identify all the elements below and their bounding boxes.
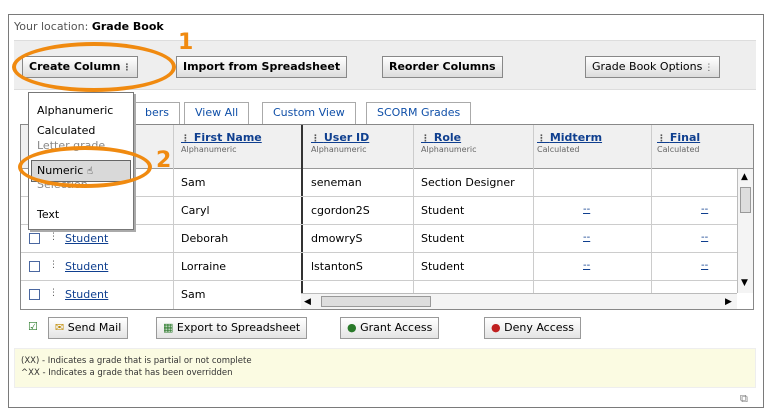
- select-all-icon[interactable]: ☑: [28, 320, 38, 333]
- options-label: Grade Book Options: [592, 60, 703, 73]
- cell-role: Student: [421, 260, 465, 273]
- tab-members[interactable]: bers: [134, 102, 181, 124]
- tab-custom-view[interactable]: Custom View: [262, 102, 356, 124]
- legend-line-overridden: ^XX - Indicates a grade that has been ov…: [21, 368, 233, 378]
- copy-icon[interactable]: ⧉: [740, 392, 748, 406]
- cell-first-name: Deborah: [181, 232, 229, 245]
- cell-last-name[interactable]: Student: [65, 232, 108, 245]
- sort-icon: ⋮: [49, 288, 58, 298]
- cell-final[interactable]: --: [701, 204, 708, 215]
- grant-icon: ●: [347, 321, 357, 334]
- breadcrumb-prefix: Your location:: [14, 20, 89, 33]
- import-label: Import from Spreadsheet: [183, 60, 341, 73]
- header-type: Calculated: [537, 145, 580, 154]
- menu-item-alphanumeric[interactable]: Alphanumeric: [29, 101, 133, 121]
- header-label: First Name: [193, 131, 262, 144]
- grant-access-button[interactable]: ● Grant Access: [340, 317, 440, 339]
- scroll-thumb[interactable]: [321, 296, 431, 307]
- cell-first-name: Sam: [181, 288, 206, 301]
- header-role[interactable]: ⋮ Role Alphanumeric: [421, 131, 477, 154]
- header-midterm[interactable]: ⋮ Midterm Calculated: [537, 131, 602, 154]
- scroll-down-icon[interactable]: ▼: [741, 277, 748, 289]
- deny-label: Deny Access: [504, 321, 574, 334]
- cell-final[interactable]: --: [701, 260, 708, 271]
- grant-label: Grant Access: [360, 321, 433, 334]
- export-icon: ▦: [163, 321, 174, 334]
- header-type: Alphanumeric: [421, 145, 477, 154]
- cell-midterm[interactable]: --: [583, 204, 590, 215]
- row-checkbox[interactable]: [29, 289, 40, 300]
- cell-user-id: cgordon2S: [311, 204, 370, 217]
- scroll-thumb[interactable]: [740, 187, 751, 213]
- legend-line-partial: (XX) - Indicates a grade that is partial…: [21, 356, 252, 366]
- send-mail-label: Send Mail: [67, 321, 122, 334]
- cell-final[interactable]: --: [701, 232, 708, 243]
- header-type: Calculated: [657, 145, 700, 154]
- row-checkbox[interactable]: [29, 233, 40, 244]
- cell-first-name: Sam: [181, 176, 206, 189]
- menu-item-text[interactable]: Text: [29, 205, 133, 225]
- cell-role: Student: [421, 204, 465, 217]
- tab-scorm-grades[interactable]: SCORM Grades: [366, 102, 472, 124]
- header-user-id[interactable]: ⋮ User ID Alphanumeric: [311, 131, 369, 154]
- cell-user-id: seneman: [311, 176, 362, 189]
- callout-number-2: 2: [156, 148, 172, 173]
- callout-number-1: 1: [178, 30, 194, 55]
- scroll-right-icon[interactable]: ▶: [725, 296, 732, 308]
- cell-last-name[interactable]: Student: [65, 288, 108, 301]
- send-mail-button[interactable]: ✉ Send Mail: [48, 317, 129, 339]
- header-label: Midterm: [549, 131, 603, 144]
- reorder-columns-button[interactable]: Reorder Columns: [382, 56, 503, 78]
- sort-icon: ⋮: [421, 134, 430, 144]
- export-spreadsheet-button[interactable]: ▦ Export to Spreadsheet: [156, 317, 308, 339]
- header-final[interactable]: ⋮ Final Calculated: [657, 131, 700, 154]
- breadcrumb: Your location: Grade Book: [14, 20, 164, 33]
- mail-icon: ✉: [55, 321, 65, 334]
- grade-legend: (XX) - Indicates a grade that is partial…: [14, 348, 756, 388]
- cell-first-name: Lorraine: [181, 260, 227, 273]
- reorder-label: Reorder Columns: [389, 60, 496, 73]
- header-label: User ID: [323, 131, 370, 144]
- scroll-up-icon[interactable]: ▲: [741, 171, 748, 183]
- cell-role: Section Designer: [421, 176, 515, 189]
- callout-ring-create-column: [12, 42, 176, 92]
- breadcrumb-current: Grade Book: [91, 20, 164, 33]
- sort-icon: ⋮: [657, 134, 666, 144]
- sort-icon: ⋮: [537, 134, 546, 144]
- sort-icon: ⋮: [311, 134, 320, 144]
- deny-icon: ●: [491, 321, 501, 334]
- action-bar: ☑ ✉ Send Mail ▦ Export to Spreadsheet ● …: [20, 314, 754, 342]
- header-label: Final: [669, 131, 701, 144]
- header-first-name[interactable]: ⋮ First Name Alphanumeric: [181, 131, 262, 154]
- deny-access-button[interactable]: ● Deny Access: [484, 317, 581, 339]
- cell-first-name: Caryl: [181, 204, 210, 217]
- cell-role: Student: [421, 232, 465, 245]
- cell-user-id: lstantonS: [311, 260, 363, 273]
- header-label: Role: [433, 131, 462, 144]
- gradebook-options-button[interactable]: Grade Book Options ⋮: [585, 56, 721, 78]
- tab-view-all[interactable]: View All: [184, 102, 250, 124]
- sort-icon: ⋮: [49, 260, 58, 270]
- table-row[interactable]: ⋮ Student Lorraine lstantonS Student -- …: [21, 253, 753, 281]
- vertical-scrollbar[interactable]: ▲ ▼: [737, 169, 753, 293]
- sort-icon: ⋮: [49, 232, 58, 242]
- horizontal-scrollbar[interactable]: ◀ ▶: [301, 293, 737, 309]
- dropdown-filter-icon: ⋮: [704, 63, 714, 73]
- row-checkbox[interactable]: [29, 261, 40, 272]
- cell-midterm[interactable]: --: [583, 232, 590, 243]
- sort-icon: ⋮: [181, 134, 190, 144]
- scroll-left-icon[interactable]: ◀: [304, 296, 311, 308]
- menu-item-calculated[interactable]: Calculated: [29, 121, 133, 141]
- callout-ring-numeric: [18, 146, 152, 188]
- header-type: Alphanumeric: [311, 145, 367, 154]
- import-spreadsheet-button[interactable]: Import from Spreadsheet: [176, 56, 348, 78]
- header-type: Alphanumeric: [181, 145, 237, 154]
- cell-user-id: dmowryS: [311, 232, 363, 245]
- export-label: Export to Spreadsheet: [176, 321, 301, 334]
- cell-last-name[interactable]: Student: [65, 260, 108, 273]
- cell-midterm[interactable]: --: [583, 260, 590, 271]
